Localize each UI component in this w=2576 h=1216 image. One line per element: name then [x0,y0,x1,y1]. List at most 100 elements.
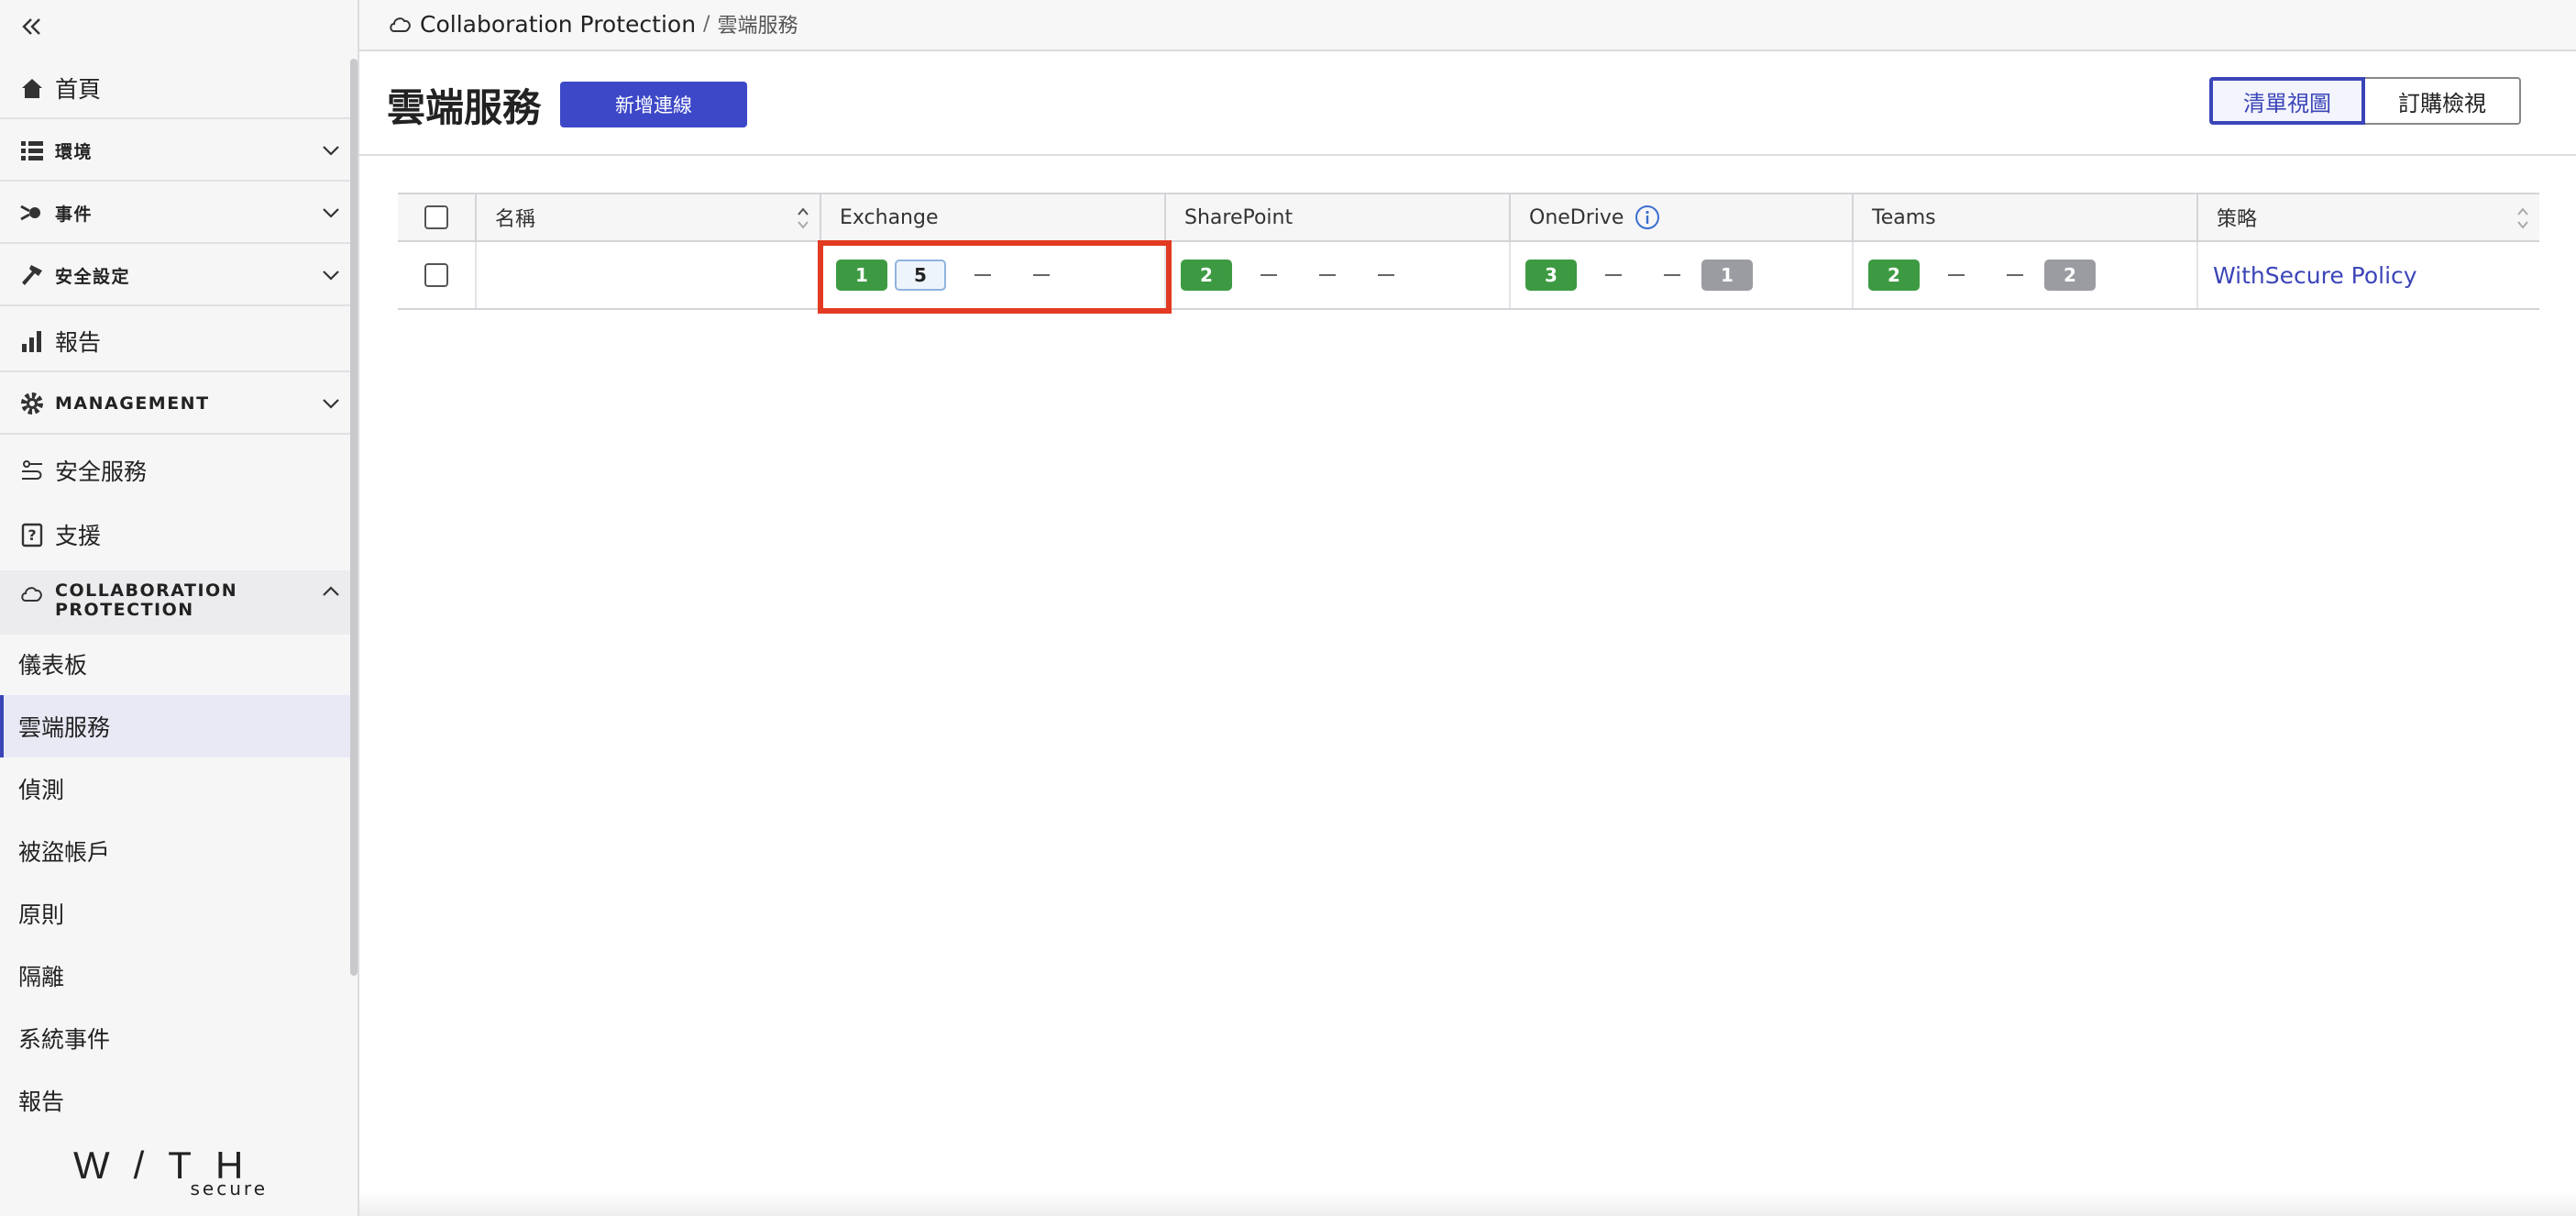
bar-chart-icon [22,331,41,352]
column-header-name[interactable]: 名稱 [477,194,821,240]
empty-dash [2007,274,2023,276]
exchange-cell: 1 5 [821,242,1166,308]
sidebar-item-label: 被盜帳戶 [18,839,111,866]
empty-dash [1378,274,1394,276]
teams-protected-badge[interactable]: 2 [1868,260,1920,291]
sort-icon[interactable] [2515,204,2530,233]
sidebar-item-policies[interactable]: 原則 [0,882,352,945]
column-header-label: 策略 [2217,208,2258,231]
sidebar-item-sub-reports[interactable]: 報告 [0,1069,352,1132]
teams-cell: 2 2 [1854,242,2198,308]
empty-dash [1319,274,1336,276]
cloud-services-table: 名稱 Exchange SharePoint OneDrive Teams 策略… [398,193,2539,310]
column-header-exchange: Exchange [821,194,1166,240]
sidebar-item-reports[interactable]: 報告 [0,312,352,372]
header-select-cell [398,194,477,240]
sidebar-item-support[interactable]: ? 支援 [0,504,352,565]
column-header-onedrive: OneDrive [1511,194,1854,240]
list-icon [21,141,43,160]
incident-icon [20,205,40,221]
breadcrumb-parent[interactable]: Collaboration Protection [420,11,696,38]
svg-text:?: ? [28,526,36,544]
info-icon[interactable] [1635,205,1660,230]
sidebar-item-label: 報告 [18,1089,65,1115]
sidebar-item-quarantine[interactable]: 隔離 [0,945,352,1007]
sidebar-item-cloud-services[interactable]: 雲端服務 [0,695,352,757]
sidebar-item-compromised-accounts[interactable]: 被盜帳戶 [0,820,352,882]
page-title: 雲端服務 [387,85,542,130]
sidebar-item-incidents[interactable]: 事件 [0,183,352,244]
empty-dash [1605,274,1622,276]
sidebar-item-label: 安全服務 [55,459,148,485]
policy-link[interactable]: WithSecure Policy [2213,262,2417,289]
sidebar-item-home[interactable]: 首頁 [0,59,352,119]
breadcrumb: Collaboration Protection / 雲端服務 [387,9,798,39]
row-select-cell [398,242,477,308]
home-icon [22,79,42,98]
column-header-teams: Teams [1854,194,2198,240]
subscription-view-button[interactable]: 訂購檢視 [2365,77,2521,125]
hammer-icon [22,265,42,285]
sidebar-item-label: 支援 [55,523,102,549]
breadcrumb-current: 雲端服務 [717,15,798,38]
empty-dash [1033,274,1050,276]
breadcrumb-separator: / [703,12,710,36]
sidebar-collaboration-protection[interactable]: COLLABORATION PROTECTION [0,570,352,635]
chevron-down-icon [323,271,339,281]
sidebar: 首頁 環境 事件 安全設定 報告 MANAGEMENT 安全服務 ? 支援 CO… [0,0,359,1216]
chevron-down-icon [323,399,339,409]
sidebar-item-system-events[interactable]: 系統事件 [0,1007,352,1069]
page-header: 雲端服務 新增連線 清單視圖 訂購檢視 [359,51,2576,156]
sidebar-item-label: 事件 [55,204,94,225]
column-header-sharepoint: SharePoint [1166,194,1511,240]
sidebar-item-label: 環境 [55,141,94,162]
table-row[interactable]: 1 5 2 3 1 2 2 WithSecure Policy [398,242,2539,310]
sidebar-item-security-services[interactable]: 安全服務 [0,440,352,501]
cloud-icon [21,587,42,602]
sidebar-item-environment[interactable]: 環境 [0,121,352,182]
empty-dash [1260,274,1277,276]
chevron-down-icon [323,146,339,156]
sidebar-item-label: 儀表板 [18,652,88,679]
teams-grey-badge[interactable]: 2 [2044,260,2096,291]
empty-dash [1948,274,1965,276]
empty-dash [974,274,991,276]
sidebar-item-management[interactable]: MANAGEMENT [0,374,352,435]
exchange-protected-badge[interactable]: 1 [836,260,887,291]
sidebar-scrollbar[interactable] [350,59,358,976]
table-header: 名稱 Exchange SharePoint OneDrive Teams 策略 [398,193,2539,242]
withsecure-logo: W/TH secure [73,1146,284,1201]
sidebar-item-security-settings[interactable]: 安全設定 [0,246,352,306]
row-checkbox[interactable] [424,263,448,287]
sidebar-item-detections[interactable]: 偵測 [0,757,352,820]
onedrive-protected-badge[interactable]: 3 [1525,260,1577,291]
sidebar-item-label: 雲端服務 [18,714,111,741]
policy-cell: WithSecure Policy [2198,242,2539,308]
column-header-policy[interactable]: 策略 [2198,194,2539,240]
empty-dash [1664,274,1680,276]
column-header-label: Teams [1872,205,1936,229]
sort-icon[interactable] [796,204,810,233]
sharepoint-protected-badge[interactable]: 2 [1181,260,1232,291]
service-icon [22,460,42,480]
sidebar-item-label: MANAGEMENT [55,393,210,414]
list-view-button[interactable]: 清單視圖 [2209,77,2365,125]
sidebar-item-label: 首頁 [55,76,102,103]
gear-icon [21,392,43,415]
support-icon: ? [21,523,43,547]
topbar: Collaboration Protection / 雲端服務 [359,0,2576,51]
select-all-checkbox[interactable] [424,205,448,229]
collapse-sidebar-icon[interactable] [18,13,46,40]
sidebar-section-label: COLLABORATION PROTECTION [55,580,238,620]
column-header-label: 名稱 [495,208,536,231]
sidebar-item-label: 原則 [18,901,65,928]
sidebar-item-dashboard[interactable]: 儀表板 [0,633,352,695]
chevron-up-icon [323,586,339,596]
sidebar-item-label: 系統事件 [18,1026,111,1053]
onedrive-grey-badge[interactable]: 1 [1701,260,1753,291]
exchange-count-badge[interactable]: 5 [895,260,946,291]
column-header-label: Exchange [840,205,939,229]
bottom-edge [359,1192,2576,1216]
sidebar-item-label: 報告 [55,329,102,356]
add-connection-button[interactable]: 新增連線 [560,82,747,127]
